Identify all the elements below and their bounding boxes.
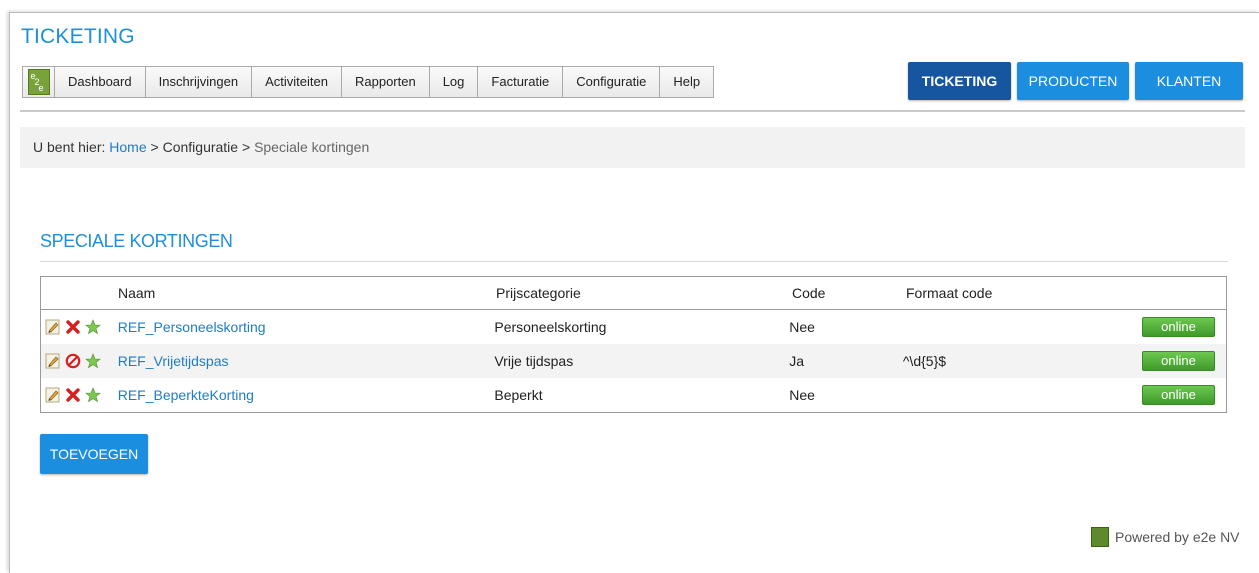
kortingen-table: Naam Prijscategorie Code Formaat code RE… [40,276,1227,413]
table-cell-prijscategorie: Beperkt [494,387,543,403]
breadcrumb-prefix: U bent hier: [33,139,110,155]
table-cell-code: Nee [789,319,815,335]
table-cell-formaat-code: ^\d{5}$ [902,353,947,369]
nav-item-help[interactable]: Help [660,67,713,97]
module-tab-ticketing[interactable]: TICKETING [908,62,1011,100]
nav-item-rapporten[interactable]: Rapporten [342,67,430,97]
delete-icon[interactable] [65,319,81,335]
page-title: SPECIALE KORTINGEN [40,231,233,251]
breadcrumb: U bent hier: Home > Configuratie > Speci… [20,127,1245,168]
e2e-logo-icon: e2e [23,67,55,97]
status-badge[interactable]: online [1141,351,1215,371]
nav-item-inschrijvingen[interactable]: Inschrijvingen [146,67,253,97]
add-button[interactable]: TOEVOEGEN [40,434,148,474]
breadcrumb-current: Speciale kortingen [254,139,370,155]
table-cell-prijscategorie: Vrije tijdspas [494,353,574,369]
column-header-naam: Naam [118,285,156,301]
table-cell-code: Ja [789,353,805,369]
breadcrumb-separator: > [146,139,163,155]
status-badge[interactable]: online [1141,385,1215,405]
breadcrumb-home-link[interactable]: Home [109,139,146,155]
star-icon[interactable] [85,353,101,369]
e2e-logo-icon [1091,527,1109,547]
breadcrumb-configuratie: Configuratie [162,139,239,155]
module-tab-klanten[interactable]: KLANTEN [1135,62,1243,100]
star-icon[interactable] [85,319,101,335]
nav-divider [20,110,1245,112]
column-header-formaat-code: Formaat code [906,285,993,301]
table-cell-prijscategorie: Personeelskorting [494,319,607,335]
delete-icon[interactable] [65,387,81,403]
disabled-icon[interactable] [65,353,81,369]
module-tabs: TICKETING PRODUCTEN KLANTEN [908,62,1243,100]
table-row: REF_Vrijetijdspas Vrije tijdspas Ja ^\d{… [41,344,1226,378]
module-tab-producten[interactable]: PRODUCTEN [1017,62,1129,100]
breadcrumb-separator: > [238,139,255,155]
discount-name-link[interactable]: REF_Vrijetijdspas [118,353,229,369]
table-header: Naam Prijscategorie Code Formaat code [41,277,1226,310]
star-icon[interactable] [85,387,101,403]
edit-icon[interactable] [45,387,61,403]
nav-item-activiteiten[interactable]: Activiteiten [252,67,342,97]
column-header-code: Code [792,285,826,301]
discount-name-link[interactable]: REF_BeperkteKorting [118,387,254,403]
title-divider [40,261,1228,262]
edit-icon[interactable] [45,353,61,369]
edit-icon[interactable] [45,319,61,335]
discount-name-link[interactable]: REF_Personeelskorting [118,319,266,335]
table-row: REF_BeperkteKorting Beperkt Nee online [41,378,1226,412]
status-badge[interactable]: online [1141,317,1215,337]
table-row: REF_Personeelskorting Personeelskorting … [41,310,1226,344]
nav-item-log[interactable]: Log [430,67,479,97]
nav-item-facturatie[interactable]: Facturatie [478,67,564,97]
table-cell-code: Nee [789,387,815,403]
footer: Powered by e2e NV [1091,527,1240,547]
column-header-prijscategorie: Prijscategorie [496,285,581,301]
nav-item-configuratie[interactable]: Configuratie [563,67,661,97]
footer-text: Powered by e2e NV [1115,529,1240,545]
app-title: TICKETING [21,25,135,48]
main-nav: e2e Dashboard Inschrijvingen Activiteite… [22,66,715,98]
nav-item-dashboard[interactable]: Dashboard [55,67,146,97]
